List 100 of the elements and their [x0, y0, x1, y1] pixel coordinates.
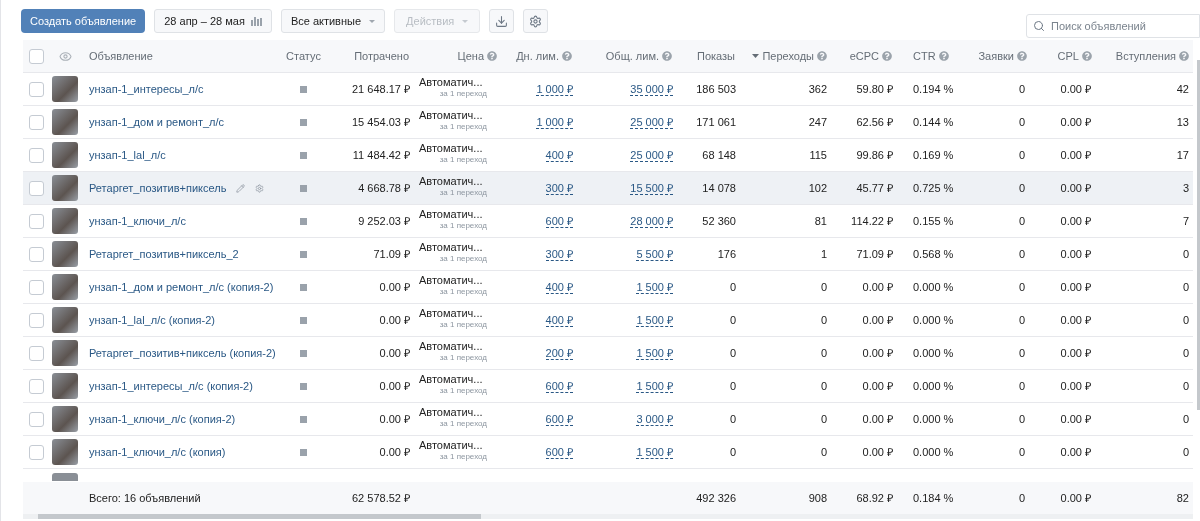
row-checkbox[interactable] [28, 411, 44, 427]
ad-name-link[interactable]: унзап-1_ключи_л/с [89, 212, 186, 230]
filter-dropdown[interactable]: Все активные [280, 9, 386, 33]
column-header[interactable]: eCPC [849, 47, 879, 65]
row-checkbox[interactable] [28, 48, 44, 64]
help-icon[interactable] [662, 51, 672, 61]
gear-icon[interactable] [255, 183, 265, 193]
help-icon[interactable] [938, 51, 949, 61]
row-checkbox[interactable] [28, 378, 44, 394]
row-checkbox[interactable] [28, 213, 44, 229]
download-button[interactable] [489, 9, 515, 33]
limit-link[interactable]: 1 500 ₽ [636, 445, 673, 459]
limit-link[interactable]: 1 000 ₽ [536, 82, 573, 96]
row-checkbox[interactable] [28, 147, 44, 163]
table-cell-text: 0 [1017, 378, 1026, 394]
help-icon[interactable] [1017, 51, 1027, 61]
limit-link[interactable]: 600 ₽ [545, 445, 573, 459]
ad-name-link[interactable]: Ретаргет_позитив+пиксель (копия-2) [89, 344, 276, 362]
column-header[interactable]: Вступления [1115, 47, 1176, 65]
table-cell-text: 0.144 % [912, 114, 955, 130]
ad-name-link[interactable]: унзап-1_lal_л/с [89, 146, 166, 164]
limit-link[interactable]: 25 000 ₽ [630, 148, 673, 162]
row-checkbox[interactable] [28, 180, 44, 196]
price-note: за 1 переход [439, 285, 487, 297]
ad-name-link[interactable]: унзап-1_интересы_л/с [89, 80, 204, 98]
limit-link[interactable]: 400 ₽ [545, 280, 573, 294]
limit-link[interactable]: 600 ₽ [545, 412, 573, 426]
limit-link[interactable]: 15 500 ₽ [630, 181, 673, 195]
column-header[interactable]: Объявление [89, 47, 153, 65]
table-cell-text: 0 [1017, 411, 1026, 427]
limit-link[interactable]: 600 ₽ [545, 214, 573, 228]
ad-name-link[interactable]: Ретаргет_позитив+пиксель_2 [89, 245, 239, 263]
photo-placeholder [52, 208, 78, 234]
column-header[interactable]: Статус [286, 47, 321, 65]
limit-link[interactable]: 1 000 ₽ [536, 115, 573, 129]
status-icon [300, 316, 307, 324]
limit-link[interactable]: 35 000 ₽ [630, 82, 673, 96]
help-icon[interactable] [1179, 51, 1189, 61]
eye-icon[interactable] [58, 49, 72, 63]
table-cell-text: 52 360 [701, 213, 737, 229]
column-header[interactable]: Цена [457, 47, 484, 65]
search-field[interactable]: Поиск объявлений [1026, 14, 1200, 38]
row-checkbox[interactable] [28, 279, 44, 295]
date-range-button[interactable]: 28 апр – 28 мая [154, 9, 272, 33]
ad-name-link[interactable]: унзап-1_дом и ремонт_л/с (копия-2) [89, 278, 274, 296]
horizontal-scrollbar[interactable] [38, 514, 481, 519]
column-header[interactable]: CPL [1057, 47, 1079, 65]
price-text: Автоматич... [418, 142, 483, 154]
column-header[interactable]: Потрачено [354, 47, 409, 65]
row-checkbox[interactable] [28, 345, 44, 361]
create-ad-button[interactable]: Создать объявление [21, 9, 146, 33]
help-icon[interactable] [1082, 51, 1092, 61]
settings-button[interactable] [523, 9, 549, 33]
row-checkbox[interactable] [28, 81, 44, 97]
limit-link[interactable]: 1 500 ₽ [636, 379, 673, 393]
table-cell-text: 14 078 [701, 180, 737, 196]
row-checkbox[interactable] [28, 444, 44, 460]
help-icon[interactable] [562, 51, 572, 61]
help-icon[interactable] [882, 51, 892, 61]
limit-link[interactable]: 1 500 ₽ [636, 313, 673, 327]
row-checkbox[interactable] [28, 114, 44, 130]
table-cell-text: 0.00 ₽ [1059, 279, 1092, 295]
pencil-icon[interactable] [236, 183, 246, 193]
limit-link[interactable]: 3 000 ₽ [636, 412, 673, 426]
table-cell-text: 0 [1181, 312, 1190, 328]
ad-name-link[interactable]: унзап-1_ключи_л/с (копия) [89, 443, 226, 461]
limit-link[interactable]: 400 ₽ [545, 313, 573, 327]
column-header[interactable]: Показы [696, 47, 735, 65]
column-header[interactable]: Переходы [762, 47, 814, 65]
vertical-scrollbar[interactable] [1197, 60, 1200, 410]
help-icon[interactable] [817, 51, 827, 61]
limit-link[interactable]: 600 ₽ [545, 379, 573, 393]
limit-link[interactable]: 28 000 ₽ [630, 214, 673, 228]
table-cell-text: 3 [1181, 180, 1190, 196]
limit-link[interactable]: 300 ₽ [545, 247, 573, 261]
limit-link[interactable]: 200 ₽ [545, 346, 573, 360]
column-header[interactable]: Заявки [978, 47, 1014, 65]
download-icon [495, 14, 509, 28]
limit-link[interactable]: 25 000 ₽ [630, 115, 673, 129]
limit-link[interactable]: 1 500 ₽ [636, 346, 673, 360]
ad-name-link[interactable]: унзап-1_ключи_л/с (копия-2) [89, 410, 236, 428]
column-header[interactable]: Общ. лим. [605, 47, 659, 65]
column-header[interactable]: Дн. лим. [516, 47, 559, 65]
row-checkbox[interactable] [28, 246, 44, 262]
help-icon[interactable] [487, 51, 497, 61]
limit-link[interactable]: 1 500 ₽ [636, 280, 673, 294]
status-icon [300, 217, 307, 225]
ad-name-link[interactable]: Ретаргет_позитив+пиксель [89, 179, 227, 197]
column-header[interactable]: CTR [913, 47, 936, 65]
status-icon [300, 415, 307, 423]
ad-name-link[interactable]: унзап-1_дом и ремонт_л/с [89, 113, 225, 131]
table-cell-text: 0.000 % [912, 411, 955, 427]
ad-name-link[interactable]: унзап-1_lal_л/с (копия-2) [89, 311, 215, 329]
status-icon [300, 448, 307, 456]
limit-link[interactable]: 300 ₽ [545, 181, 573, 195]
row-checkbox[interactable] [28, 312, 44, 328]
ad-name-link[interactable]: унзап-1_интересы_л/с (копия-2) [89, 377, 253, 395]
limit-link[interactable]: 5 500 ₽ [636, 247, 673, 261]
table-cell-text: 0 [1017, 444, 1026, 460]
limit-link[interactable]: 400 ₽ [545, 148, 573, 162]
